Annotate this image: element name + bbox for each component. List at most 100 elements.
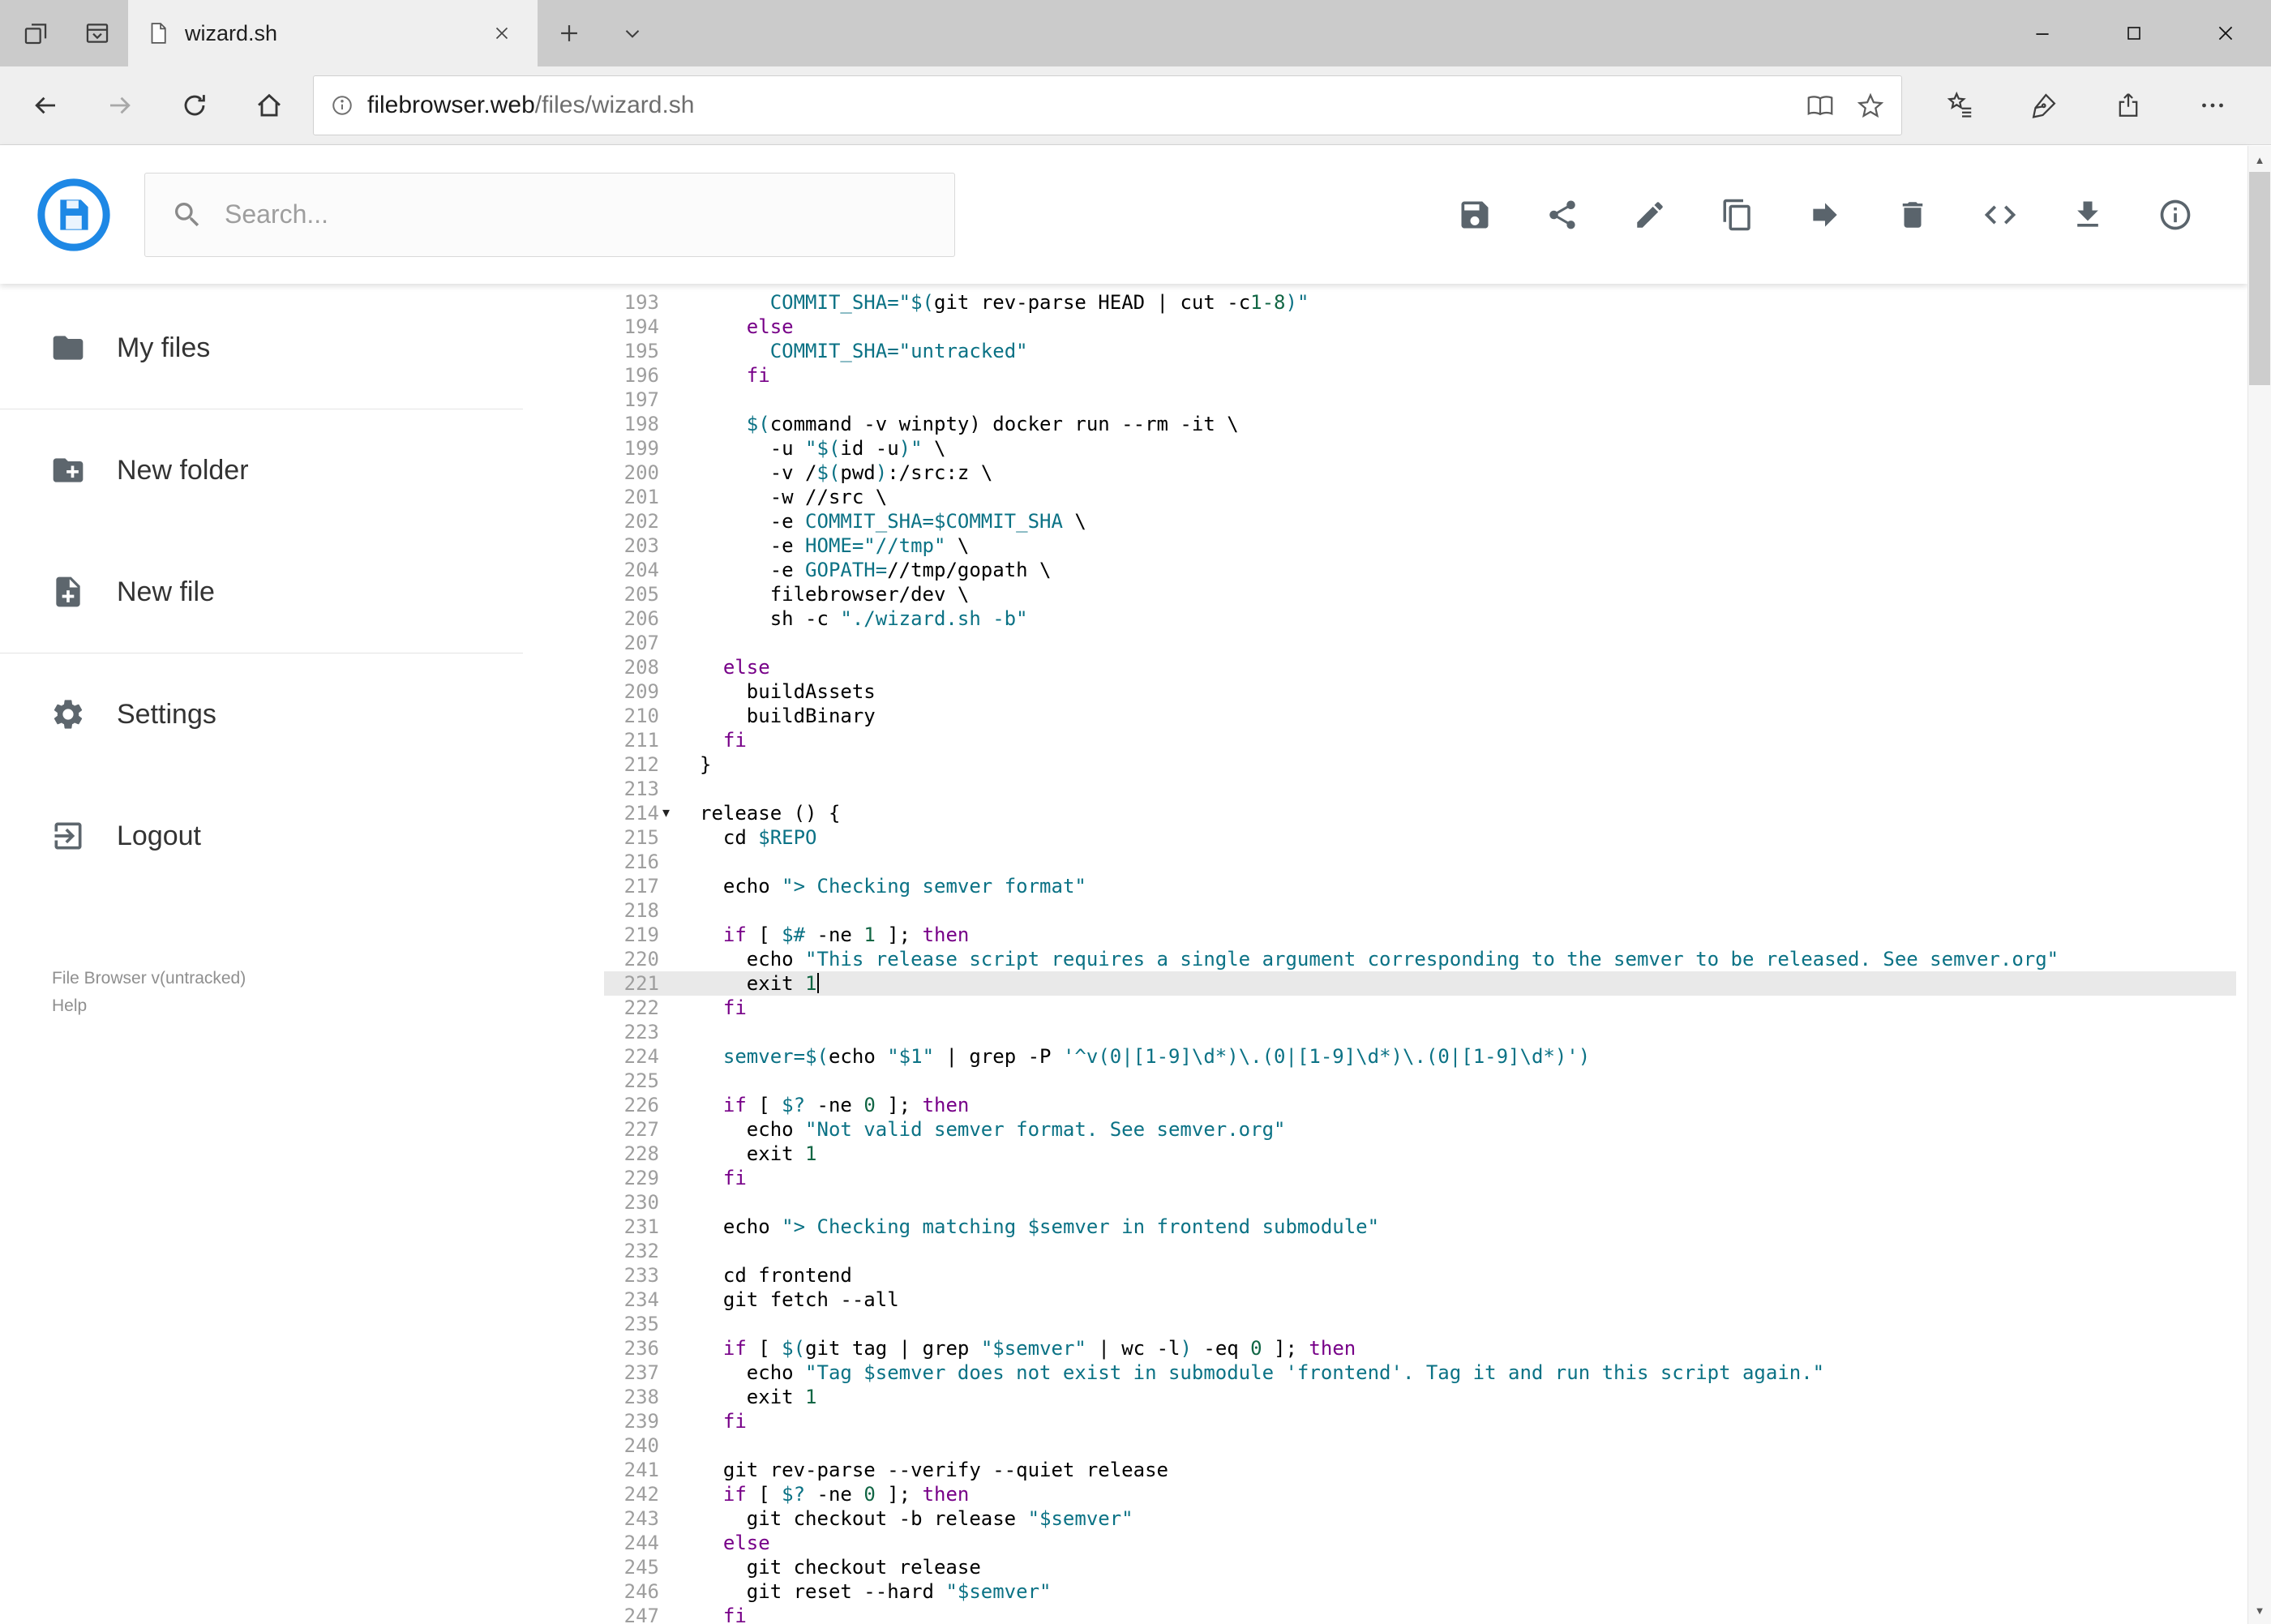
code-line[interactable]: 202 -e COMMIT_SHA=$COMMIT_SHA \ — [604, 509, 2236, 533]
page-info-icon[interactable] — [330, 93, 354, 118]
code-line[interactable]: 233 cd frontend — [604, 1263, 2236, 1288]
code-line[interactable]: 216 — [604, 850, 2236, 874]
download-button[interactable] — [2069, 196, 2106, 234]
rename-button[interactable] — [1631, 196, 1669, 234]
code-line[interactable]: 214 ▾ release () { — [604, 801, 2236, 825]
maximize-button[interactable] — [2088, 0, 2179, 66]
save-button[interactable] — [1456, 196, 1493, 234]
favorite-star-icon[interactable] — [1856, 91, 1885, 120]
code-line[interactable]: 198 $(command -v winpty) docker run --rm… — [604, 412, 2236, 436]
code-line[interactable]: 236 if [ $(git tag | grep "$semver" | wc… — [604, 1336, 2236, 1360]
minimize-button[interactable] — [1996, 0, 2088, 66]
code-line[interactable]: 235 — [604, 1312, 2236, 1336]
set-tabs-aside-button[interactable] — [5, 0, 66, 66]
sidebar-item-logout[interactable]: Logout — [0, 775, 523, 897]
code-line[interactable]: 241 git rev-parse --verify --quiet relea… — [604, 1458, 2236, 1482]
code-line[interactable]: 230 — [604, 1190, 2236, 1215]
code-line[interactable]: 212} — [604, 752, 2236, 777]
info-button[interactable] — [2157, 196, 2194, 234]
scroll-up-button[interactable]: ▲ — [2248, 146, 2271, 174]
code-line[interactable]: 200 -v /$(pwd):/src:z \ — [604, 461, 2236, 485]
code-line[interactable]: 237 echo "Tag $semver does not exist in … — [604, 1360, 2236, 1385]
browser-tab-wizard-sh[interactable]: wizard.sh — [128, 0, 538, 66]
code-line[interactable]: 210 buildBinary — [604, 704, 2236, 728]
hub-button[interactable] — [1925, 74, 1995, 137]
code-line[interactable]: 229 fi — [604, 1166, 2236, 1190]
scroll-down-button[interactable]: ▼ — [2248, 1596, 2271, 1624]
code-line[interactable]: 246 git reset --hard "$semver" — [604, 1579, 2236, 1604]
code-line[interactable]: 203 -e HOME="//tmp" \ — [604, 533, 2236, 558]
code-line[interactable]: 222 fi — [604, 996, 2236, 1020]
copy-button[interactable] — [1719, 196, 1756, 234]
code-line[interactable]: 223 — [604, 1020, 2236, 1044]
code-line[interactable]: 201 -w //src \ — [604, 485, 2236, 509]
sidebar-item-settings[interactable]: Settings — [0, 653, 523, 775]
code-line[interactable]: 205 filebrowser/dev \ — [604, 582, 2236, 606]
code-line[interactable]: 213 — [604, 777, 2236, 801]
code-line[interactable]: 226 if [ $? -ne 0 ]; then — [604, 1093, 2236, 1117]
home-button[interactable] — [232, 74, 306, 137]
code-line[interactable]: 227 echo "Not valid semver format. See s… — [604, 1117, 2236, 1142]
code-line[interactable]: 207 — [604, 631, 2236, 655]
close-tab-button[interactable] — [484, 15, 520, 51]
code-line[interactable]: 206 sh -c "./wizard.sh -b" — [604, 606, 2236, 631]
code-line[interactable]: 218 — [604, 898, 2236, 923]
scrollbar-thumb[interactable] — [2249, 172, 2270, 385]
search-box[interactable] — [144, 172, 955, 257]
code-line[interactable]: 234 git fetch --all — [604, 1288, 2236, 1312]
code-line[interactable]: 224 semver=$(echo "$1" | grep -P '^v(0|[… — [604, 1044, 2236, 1069]
code-line[interactable]: 247 fi — [604, 1604, 2236, 1623]
code-line[interactable]: 239 fi — [604, 1409, 2236, 1433]
sidebar-item-new-file[interactable]: New file — [0, 531, 523, 653]
back-button[interactable] — [8, 74, 83, 137]
help-link[interactable]: Help — [52, 992, 523, 1020]
code-line[interactable]: 221 exit 1 — [604, 971, 2236, 996]
tab-preview-button[interactable] — [66, 0, 128, 66]
code-line[interactable]: 219 if [ $# -ne 1 ]; then — [604, 923, 2236, 947]
code-line[interactable]: 194 else — [604, 315, 2236, 339]
address-bar[interactable]: filebrowser.web/files/wizard.sh — [313, 75, 1902, 135]
more-options-button[interactable] — [2178, 74, 2247, 137]
code-line[interactable]: 215 cd $REPO — [604, 825, 2236, 850]
code-line[interactable]: 244 else — [604, 1531, 2236, 1555]
code-line[interactable]: 193 COMMIT_SHA="$(git rev-parse HEAD | c… — [604, 290, 2236, 315]
reading-view-icon[interactable] — [1806, 91, 1835, 120]
code-line[interactable]: 245 git checkout release — [604, 1555, 2236, 1579]
code-line[interactable]: 197 — [604, 388, 2236, 412]
code-line[interactable]: 240 — [604, 1433, 2236, 1458]
filebrowser-logo[interactable] — [36, 177, 112, 253]
forward-button[interactable] — [83, 74, 157, 137]
vertical-scrollbar[interactable]: ▲ ▼ — [2247, 146, 2271, 1624]
code-line[interactable]: 220 echo "This release script requires a… — [604, 947, 2236, 971]
code-view-button[interactable] — [1982, 196, 2019, 234]
search-input[interactable] — [225, 199, 928, 229]
code-line[interactable]: 232 — [604, 1239, 2236, 1263]
code-line[interactable]: 195 COMMIT_SHA="untracked" — [604, 339, 2236, 363]
share-button[interactable] — [1544, 196, 1581, 234]
code-line[interactable]: 196 fi — [604, 363, 2236, 388]
code-line[interactable]: 238 exit 1 — [604, 1385, 2236, 1409]
new-tab-button[interactable] — [538, 0, 601, 66]
share-button-browser[interactable] — [2093, 74, 2163, 137]
web-note-button[interactable] — [2009, 74, 2079, 137]
code-line[interactable]: 199 -u "$(id -u)" \ — [604, 436, 2236, 461]
code-line[interactable]: 217 echo "> Checking semver format" — [604, 874, 2236, 898]
code-line[interactable]: 228 exit 1 — [604, 1142, 2236, 1166]
sidebar-item-my-files[interactable]: My files — [0, 287, 523, 409]
code-line[interactable]: 211 fi — [604, 728, 2236, 752]
code-editor[interactable]: 193 COMMIT_SHA="$(git rev-parse HEAD | c… — [604, 284, 2236, 1623]
refresh-button[interactable] — [157, 74, 232, 137]
code-line[interactable]: 209 buildAssets — [604, 679, 2236, 704]
sidebar-item-new-folder[interactable]: New folder — [0, 409, 523, 531]
code-line[interactable]: 242 if [ $? -ne 0 ]; then — [604, 1482, 2236, 1506]
move-button[interactable] — [1806, 196, 1844, 234]
tab-list-dropdown-button[interactable] — [601, 0, 664, 66]
delete-button[interactable] — [1894, 196, 1931, 234]
close-window-button[interactable] — [2179, 0, 2271, 66]
code-line[interactable]: 231 echo "> Checking matching $semver in… — [604, 1215, 2236, 1239]
code-line[interactable]: 204 -e GOPATH=//tmp/gopath \ — [604, 558, 2236, 582]
code-line[interactable]: 243 git checkout -b release "$semver" — [604, 1506, 2236, 1531]
code-line[interactable]: 208 else — [604, 655, 2236, 679]
fold-arrow-icon[interactable]: ▾ — [662, 801, 670, 825]
code-line[interactable]: 225 — [604, 1069, 2236, 1093]
